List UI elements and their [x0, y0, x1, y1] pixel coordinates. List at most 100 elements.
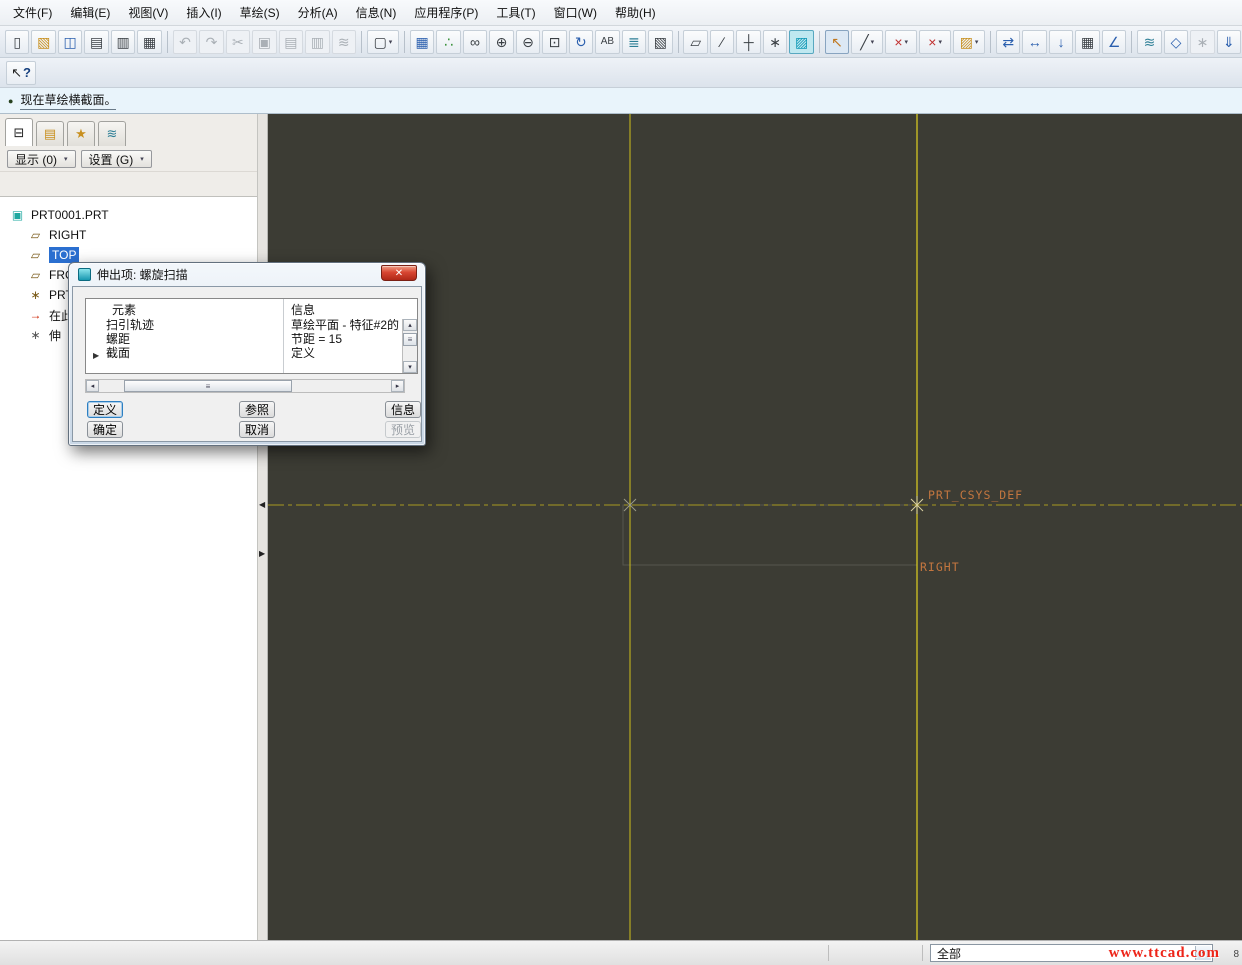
sketch-setup-icon[interactable]: ⇄	[996, 30, 1020, 54]
collapse-right-icon[interactable]: ▶	[259, 549, 265, 558]
print-icon[interactable]: ▤	[84, 30, 108, 54]
toolbar-separator	[361, 31, 362, 53]
layers-icon[interactable]: ≣	[622, 30, 646, 54]
menu-tools[interactable]: 工具(T)	[487, 0, 544, 25]
grid-settings-icon[interactable]: ▦	[1075, 30, 1099, 54]
message-bullet-icon: ●	[8, 96, 13, 106]
menu-file[interactable]: 文件(F)	[4, 0, 61, 25]
paste-special-icon[interactable]: ▥	[305, 30, 329, 54]
zoom-in-icon[interactable]: ⊕	[489, 30, 513, 54]
references-icon[interactable]: ↔	[1022, 30, 1046, 54]
star-tool-icon[interactable]: ∗	[1190, 30, 1214, 54]
sketch-section-rect[interactable]	[623, 505, 917, 565]
hscroll-thumb[interactable]: ≡	[124, 380, 292, 392]
status-bar: 全部 ▾ www.ttcad.com 8	[0, 940, 1242, 965]
table-row-section[interactable]: ▶ 截面 定义	[86, 347, 417, 361]
tree-item-part[interactable]: ▣ PRT0001.PRT	[0, 205, 257, 225]
shade-tool-icon[interactable]: ≋	[1137, 30, 1161, 54]
collapse-left-icon[interactable]: ◀	[259, 500, 265, 509]
modify-tool-icon[interactable]: ▨▾	[953, 30, 985, 54]
coordinate-dim-icon[interactable]: ↓	[1049, 30, 1073, 54]
zoom-refit-icon[interactable]: ⊡	[542, 30, 566, 54]
menu-sketch[interactable]: 草绘(S)	[231, 0, 289, 25]
table-row-pitch[interactable]: 螺距 节距 = 15	[86, 333, 417, 347]
sketch-canvas[interactable]: PRT_CSYS_DEF RIGHT	[268, 114, 1242, 940]
panel-splitter[interactable]: ◀ ▶	[258, 114, 268, 940]
ok-button[interactable]: 确定	[87, 421, 123, 438]
menu-view[interactable]: 视图(V)	[119, 0, 177, 25]
menu-info[interactable]: 信息(N)	[347, 0, 406, 25]
table-vertical-scrollbar[interactable]: ▴ ≡ ▾	[402, 319, 417, 373]
point-display-icon[interactable]: ┼	[736, 30, 760, 54]
cancel-button[interactable]: 取消	[239, 421, 275, 438]
menu-insert[interactable]: 插入(I)	[177, 0, 230, 25]
history-tab[interactable]: ≋	[98, 121, 126, 146]
paste-icon[interactable]: ▤	[279, 30, 303, 54]
expander-icon[interactable]: ▶	[93, 349, 99, 362]
context-help-icon[interactable]: ↖?	[6, 61, 36, 85]
axis-display-icon[interactable]: ∕	[710, 30, 734, 54]
sketch-display-icon[interactable]: ▨	[789, 30, 813, 54]
info-button[interactable]: 信息	[385, 401, 421, 418]
undo-icon[interactable]: ↶	[173, 30, 197, 54]
search-icon[interactable]: ≋	[332, 30, 356, 54]
line-tool-icon[interactable]: ╱▾	[851, 30, 883, 54]
save-icon[interactable]: ◫	[58, 30, 82, 54]
copy-icon[interactable]: ▣	[252, 30, 276, 54]
sketch-view-icon[interactable]: ▦	[410, 30, 434, 54]
print-preview-icon[interactable]: ▥	[111, 30, 135, 54]
graphics-area[interactable]: PRT_CSYS_DEF RIGHT	[268, 114, 1242, 940]
selection-filter-icon[interactable]: ▢▾	[367, 30, 399, 54]
view-manager-icon[interactable]: ▧	[648, 30, 672, 54]
part-icon: ▣	[10, 208, 25, 222]
table-row-trajectory[interactable]: 扫引轨迹 草绘平面 - 特征#2的	[86, 319, 417, 333]
plane-display-icon[interactable]: ▱	[683, 30, 707, 54]
secondary-toolbar: ↖?	[0, 58, 1242, 88]
cut-icon[interactable]: ✂	[226, 30, 250, 54]
references-button[interactable]: 参照	[239, 401, 275, 418]
datum-tool-icon[interactable]: ◇	[1164, 30, 1188, 54]
finish-icon[interactable]: ⇓	[1217, 30, 1241, 54]
open-file-icon[interactable]: ▧	[31, 30, 55, 54]
menu-analysis[interactable]: 分析(A)	[289, 0, 347, 25]
menu-window[interactable]: 窗口(W)	[545, 0, 606, 25]
find-references-icon[interactable]: ∞	[463, 30, 487, 54]
delete-segment-icon[interactable]: ×▾	[885, 30, 917, 54]
scroll-right-icon[interactable]: ▸	[391, 380, 404, 392]
scroll-left-icon[interactable]: ◂	[86, 380, 99, 392]
menu-help[interactable]: 帮助(H)	[606, 0, 665, 25]
plot-icon[interactable]: ▦	[137, 30, 161, 54]
vscroll-thumb[interactable]: ≡	[403, 333, 417, 346]
right-plane-label: RIGHT	[920, 560, 960, 574]
favorites-tab[interactable]: ★	[67, 121, 95, 146]
show-dropdown[interactable]: 显示 (0) ▾	[7, 150, 76, 168]
tree-item-right[interactable]: ▱ RIGHT	[0, 225, 257, 245]
dialog-titlebar[interactable]: 伸出项: 螺旋扫描	[69, 263, 425, 286]
csys-display-icon[interactable]: ∗	[763, 30, 787, 54]
panel-tab-bar: ⊟ ▤ ★ ≋	[0, 114, 257, 146]
statusbar-divider	[828, 945, 829, 961]
select-items-icon[interactable]: ↖	[825, 30, 849, 54]
tree-toolbar: 显示 (0) ▾ 设置 (G) ▾	[0, 146, 257, 172]
main-toolbar: ▯ ▧ ◫ ▤ ▥ ▦ ↶ ↷ ✂ ▣ ▤ ▥ ≋ ▢▾ ▦ ∴ ∞ ⊕ ⊖ ⊡…	[0, 26, 1242, 58]
define-button[interactable]: 定义	[87, 401, 123, 418]
new-file-icon[interactable]: ▯	[5, 30, 29, 54]
folder-browser-tab[interactable]: ▤	[36, 121, 64, 146]
model-tree-tab[interactable]: ⊟	[5, 118, 33, 146]
preview-button[interactable]: 预览	[385, 421, 421, 438]
table-horizontal-scrollbar[interactable]: ◂ ≡ ▸	[85, 379, 405, 393]
menu-edit[interactable]: 编辑(E)	[61, 0, 119, 25]
trim-corner-icon[interactable]: ×▾	[919, 30, 951, 54]
graph-tool-icon[interactable]: ∠	[1102, 30, 1126, 54]
settings-dropdown[interactable]: 设置 (G) ▾	[81, 150, 152, 168]
datum-plane-icon: ▱	[28, 228, 43, 242]
close-icon[interactable]: ✕	[381, 265, 417, 281]
redo-icon[interactable]: ↷	[199, 30, 223, 54]
datum-points-icon[interactable]: ∴	[436, 30, 460, 54]
reorient-view-icon[interactable]: ↻	[569, 30, 593, 54]
zoom-out-icon[interactable]: ⊖	[516, 30, 540, 54]
scroll-down-icon[interactable]: ▾	[403, 361, 417, 373]
annotations-icon[interactable]: AB	[595, 30, 619, 54]
scroll-up-icon[interactable]: ▴	[403, 319, 417, 331]
menu-applications[interactable]: 应用程序(P)	[405, 0, 487, 25]
